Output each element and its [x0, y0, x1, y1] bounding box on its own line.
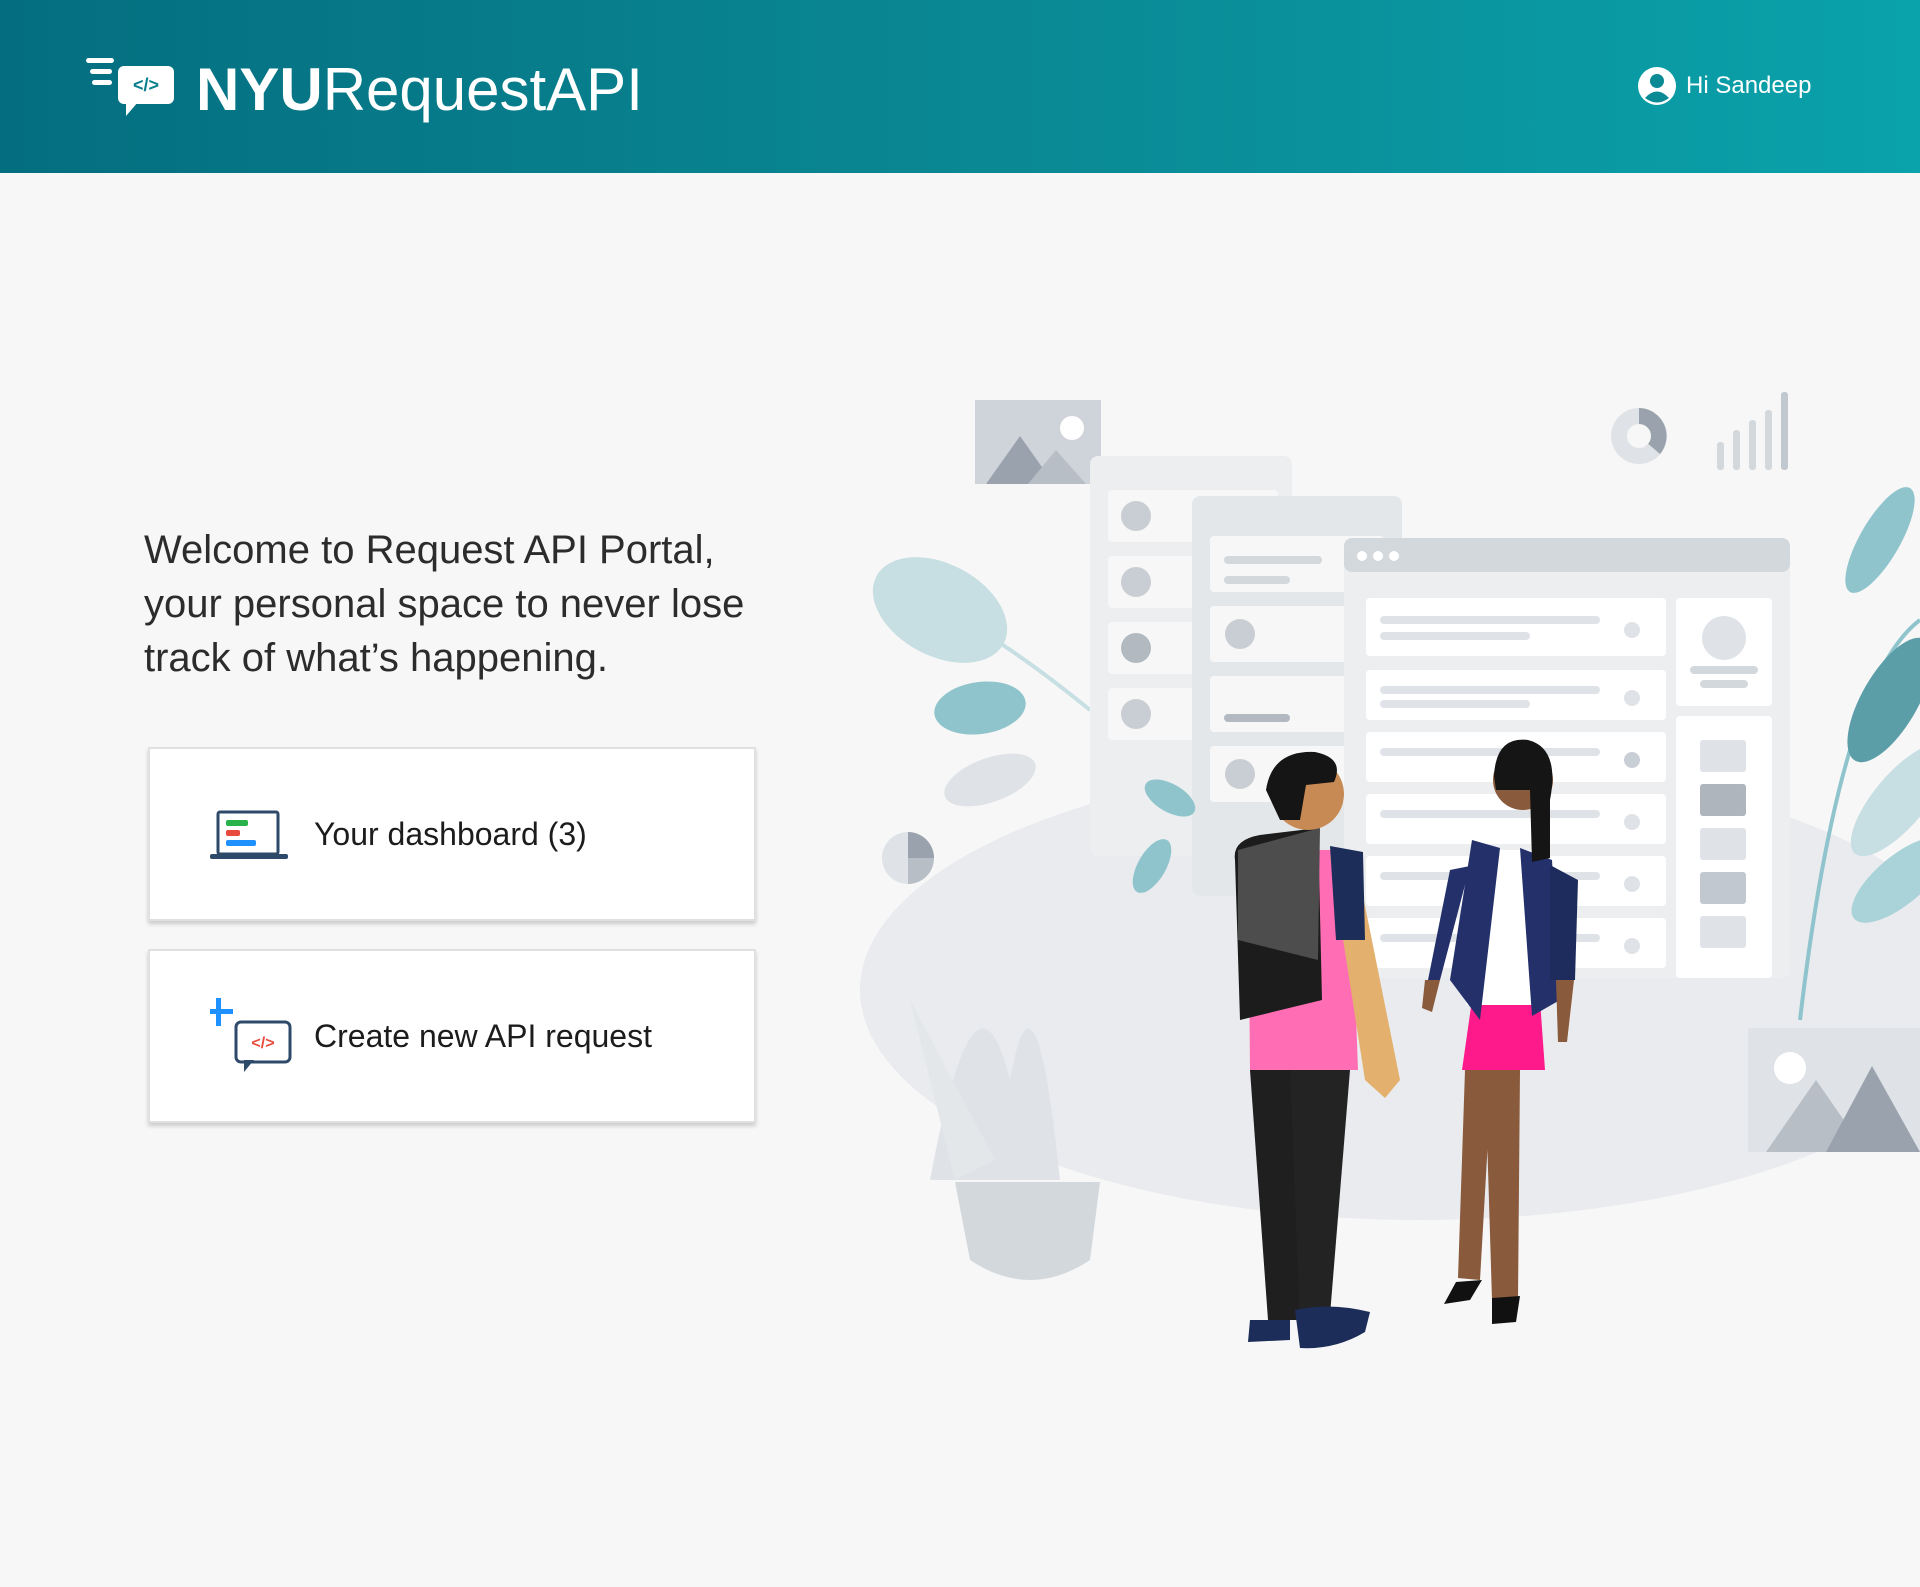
- laptop-dashboard-icon: [210, 810, 288, 859]
- welcome-line-2: your personal space to never lose: [144, 582, 745, 626]
- welcome-line-1: Welcome to Request API Portal,: [144, 528, 715, 572]
- dashboard-card[interactable]: Your dashboard (3): [148, 747, 756, 921]
- svg-text:</>: </>: [133, 75, 159, 95]
- logo-icon[interactable]: </>: [86, 58, 178, 120]
- create-request-card[interactable]: </> Create new API request: [148, 949, 756, 1123]
- brand-bold: NYU: [196, 56, 323, 123]
- add-api-request-icon: </>: [210, 998, 292, 1072]
- welcome-line-3: track of what’s happening.: [144, 636, 609, 680]
- user-greeting: Hi Sandeep: [1686, 72, 1812, 99]
- welcome-message: Welcome to Request API Portal, your pers…: [144, 523, 784, 685]
- app-header: </> NYURequestAPI Hi Sandeep: [0, 0, 1920, 173]
- people-dashboard-illustration: [860, 392, 1920, 1349]
- brand-light: RequestAPI: [322, 56, 643, 123]
- svg-text:</>: </>: [251, 1035, 274, 1052]
- dashboard-card-label: Your dashboard (3): [314, 815, 587, 852]
- create-request-card-label: Create new API request: [314, 1017, 652, 1054]
- user-menu[interactable]: Hi Sandeep: [1638, 64, 1811, 108]
- user-avatar-icon: [1638, 67, 1676, 105]
- brand-title[interactable]: NYURequestAPI: [196, 50, 643, 130]
